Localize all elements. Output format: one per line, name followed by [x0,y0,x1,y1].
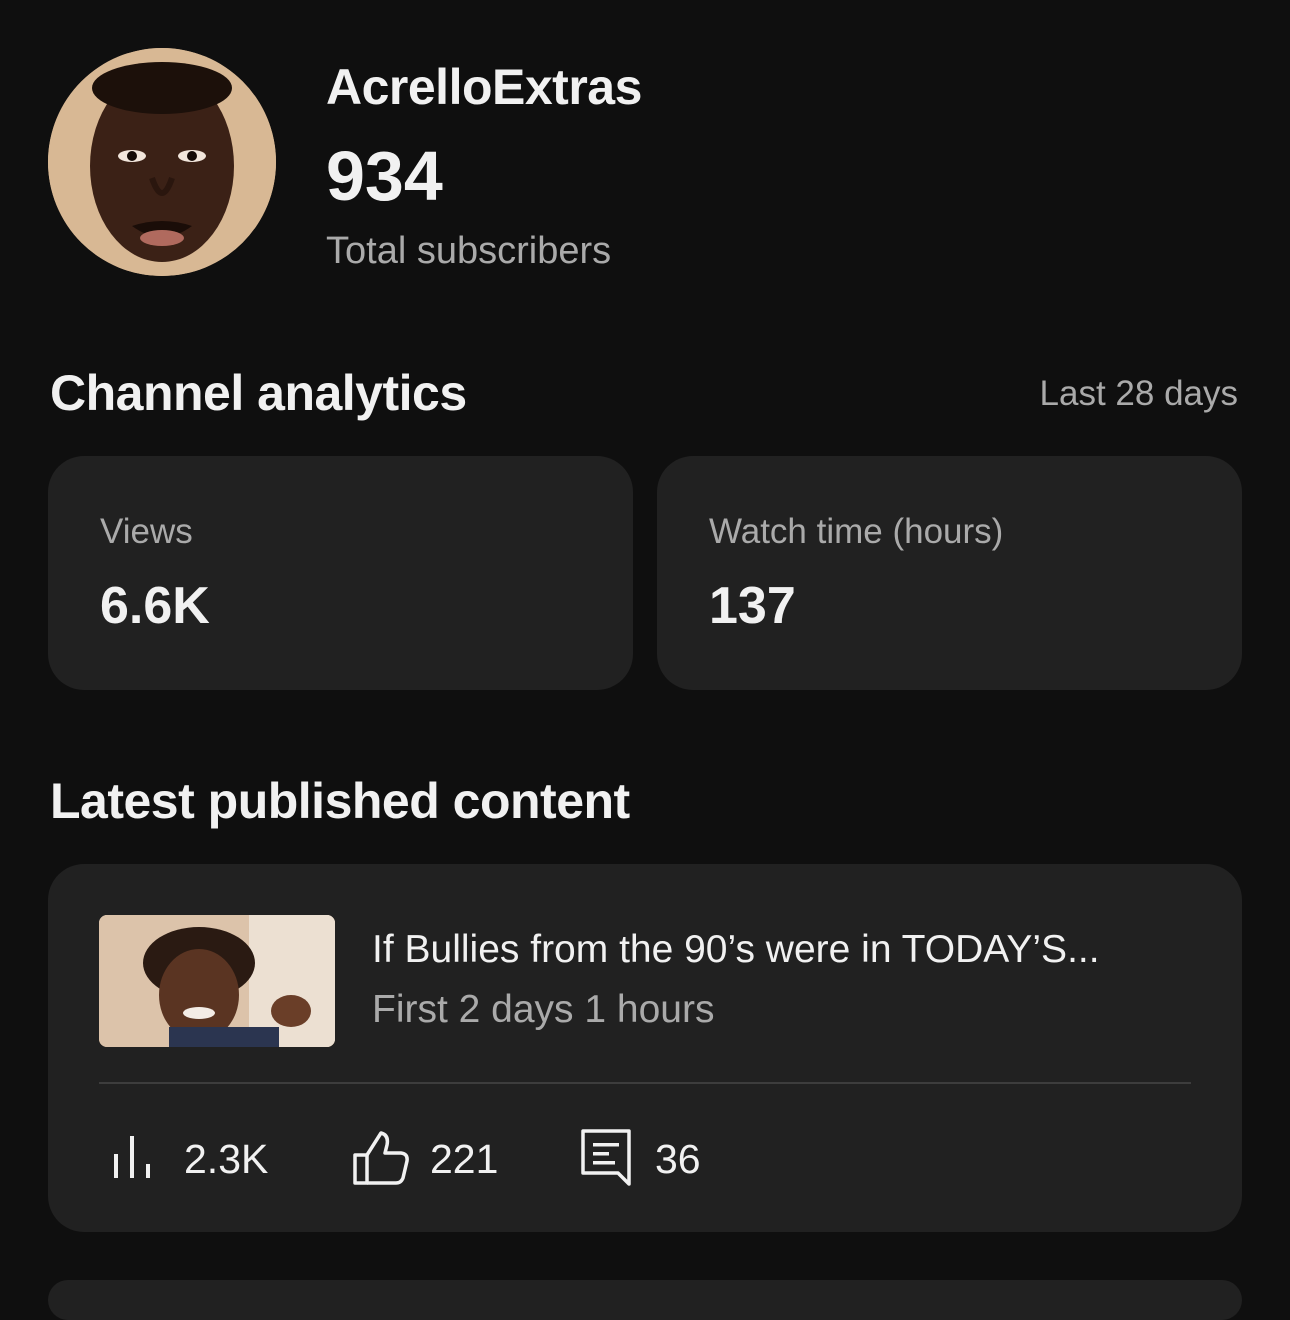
views-count: 2.3K [184,1136,269,1182]
comment-icon [581,1129,631,1186]
views-value: 6.6K [100,577,210,635]
next-video-card[interactable] [48,1280,1242,1320]
video-title[interactable]: If Bullies from the 90’s were in TODAY’S… [372,928,1192,972]
video-period: First 2 days 1 hours [372,988,715,1031]
watch-time-value: 137 [709,577,796,635]
date-range-label[interactable]: Last 28 days [1040,374,1238,414]
subscriber-label: Total subscribers [326,230,612,272]
likes-count: 221 [430,1136,499,1182]
watch-time-card[interactable]: Watch time (hours) 137 [657,456,1242,690]
channel-analytics-title: Channel analytics [50,365,467,421]
latest-content-title: Latest published content [50,773,630,829]
views-card[interactable]: Views 6.6K [48,456,633,690]
video-thumbnail[interactable] [99,915,335,1047]
channel-name: AcrelloExtras [326,59,642,115]
comments-count: 36 [655,1136,701,1182]
views-label: Views [100,512,193,551]
views-bars-icon [114,1136,150,1178]
watch-time-label: Watch time (hours) [709,512,1004,551]
channel-avatar[interactable] [48,48,276,276]
thumbs-up-icon [353,1131,409,1185]
divider [99,1082,1191,1084]
subscriber-count: 934 [326,137,443,215]
